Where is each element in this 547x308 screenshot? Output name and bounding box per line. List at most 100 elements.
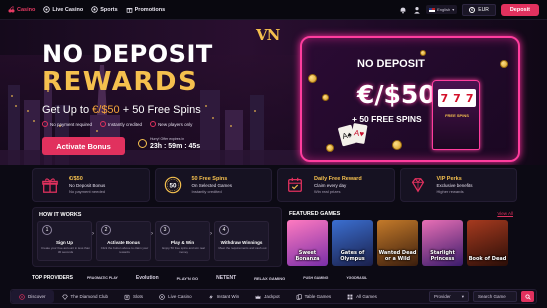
- nav-casino[interactable]: Casino: [8, 6, 35, 13]
- nav-promotions-label: Promotions: [134, 6, 166, 13]
- search-button[interactable]: [521, 291, 534, 302]
- perk-card: Daily Free Reward Claim every day Win re…: [277, 168, 395, 202]
- game-title: Wanted Dead or a Wild: [378, 250, 417, 262]
- step-number: 3: [160, 225, 170, 235]
- timer-value: 23h : 59m : 45s: [150, 143, 201, 150]
- perk-cards: €/$50 No Deposit Bonus No payment needed…: [32, 168, 517, 202]
- language-label: English: [437, 7, 451, 12]
- search-game-input[interactable]: [473, 291, 517, 302]
- game-title: Sweet Bonanza: [295, 250, 320, 262]
- game-title: Gates of Olympus: [340, 250, 365, 262]
- check-circle-icon: [150, 121, 157, 127]
- nav-sports[interactable]: Sports: [91, 6, 118, 13]
- step-description: Enjoy 50 free spins and win real money: [162, 246, 205, 254]
- offer-timer: Hurry! Offer expires in 23h : 59m : 45s: [138, 137, 200, 150]
- provider-logo[interactable]: PUSH GAMING: [303, 276, 328, 280]
- nav-live-casino-label: Live Casino: [52, 6, 84, 13]
- nav-live-casino[interactable]: Live Casino: [43, 6, 83, 13]
- activate-bonus-button[interactable]: Activate Bonus: [42, 137, 125, 155]
- us-flag-icon: [429, 7, 436, 12]
- step-card: 1 Sign Up Create your free account in le…: [37, 221, 92, 261]
- game-tile[interactable]: Gates of Olympus: [332, 220, 373, 266]
- games-list: Sweet Bonanza Gates of Olympus Wanted De…: [287, 220, 508, 266]
- provider-logo[interactable]: PRAGMATIC PLAY: [87, 276, 118, 280]
- perk-title: Daily Free Reward: [314, 175, 362, 182]
- step-card: 4 Withdraw Winnings Meet the requirement…: [214, 221, 269, 261]
- gift-icon: [39, 174, 61, 196]
- coin-icon: [392, 140, 402, 150]
- game-title: Book of Dead: [468, 256, 507, 262]
- vn-logo: VN: [256, 26, 280, 44]
- currency-selector[interactable]: € EUR: [462, 3, 496, 16]
- perk-card: €/$50 No Deposit Bonus No payment needed: [32, 168, 150, 202]
- check-item: New players only: [150, 121, 192, 127]
- category-label: All Games: [356, 294, 377, 299]
- cherry-icon: [8, 6, 15, 13]
- hero-subtitle-suffix: + 50 Free Spins: [119, 104, 201, 116]
- perk-title: 50 Free Spins: [191, 175, 228, 182]
- cards-icon: [296, 293, 302, 300]
- check-label: Instantly credited: [108, 121, 143, 127]
- provider-logo[interactable]: Evolution: [136, 275, 159, 281]
- step-card: 2 Activate Bonus Click the button above …: [96, 221, 151, 261]
- step-title: Withdraw Winnings: [220, 240, 263, 245]
- perk-line1: On Selected Games: [191, 183, 233, 189]
- nav-casino-label: Casino: [17, 6, 36, 13]
- game-tile[interactable]: Book of Dead: [467, 220, 508, 266]
- reel-symbol: 7: [453, 91, 461, 105]
- reel-symbol: 7: [440, 91, 449, 105]
- calendar-icon: [284, 174, 306, 196]
- coin-icon: [420, 50, 426, 56]
- language-selector[interactable]: English ▾: [426, 5, 458, 14]
- category-diamond-club[interactable]: The Diamond Club: [54, 290, 117, 303]
- hero-subtitle-prefix: Get Up to: [42, 104, 93, 116]
- fifty-badge-icon: 50: [162, 174, 184, 196]
- category-table-games[interactable]: Table Games: [288, 290, 340, 303]
- perk-line1: Exclusive benefits: [436, 183, 473, 189]
- category-discover[interactable]: Discover: [11, 290, 54, 303]
- chevron-right-icon: ›: [92, 231, 94, 237]
- category-instant-win[interactable]: Instant Win: [200, 290, 248, 303]
- top-providers-title: TOP PROVIDERS: [32, 275, 73, 281]
- provider-label: Provider: [434, 294, 451, 299]
- provider-logo[interactable]: NETENT: [216, 275, 236, 281]
- timer-label: Hurry! Offer expires in: [150, 137, 185, 141]
- deposit-button[interactable]: Deposit: [500, 3, 539, 16]
- hero-subtitle-highlight: €/$50: [92, 104, 120, 116]
- chip-icon: [159, 293, 165, 300]
- how-it-works-title: HOW IT WORKS: [39, 212, 82, 218]
- category-slots[interactable]: Slots: [116, 290, 151, 303]
- category-jackpot[interactable]: Jackpot: [247, 290, 288, 303]
- perk-line2: Instantly credited: [191, 189, 222, 195]
- step-title: Sign Up: [56, 240, 73, 245]
- step-description: Meet the requirements and cash out: [218, 246, 267, 250]
- slot-machine-illustration: 7 7 7 FREE SPINS: [432, 80, 480, 150]
- provider-logo[interactable]: RELAX GAMING: [254, 276, 285, 281]
- game-tile[interactable]: Starlight Princess: [422, 220, 463, 266]
- perk-title: VIP Perks: [436, 175, 462, 182]
- steps-list: 1 Sign Up Create your free account in le…: [37, 221, 269, 261]
- game-tile[interactable]: Wanted Dead or a Wild: [377, 220, 418, 266]
- step-number: 2: [101, 225, 111, 235]
- chevron-right-icon: ›: [210, 231, 212, 237]
- user-icon[interactable]: [412, 5, 421, 14]
- bolt-icon: [208, 294, 213, 299]
- category-live-casino[interactable]: Live Casino: [151, 290, 200, 303]
- category-all-games[interactable]: All Games: [339, 290, 385, 303]
- provider-logo[interactable]: PLAY'N GO: [177, 276, 198, 281]
- chip-icon: [43, 6, 51, 13]
- bottom-category-bar: Discover The Diamond Club Slots Live Cas…: [10, 289, 537, 304]
- provider-logo[interactable]: YGGDRASIL: [346, 276, 367, 280]
- provider-dropdown[interactable]: Provider ▾: [429, 291, 469, 302]
- nav-sports-label: Sports: [100, 6, 118, 13]
- football-icon: [91, 6, 98, 13]
- game-tile[interactable]: Sweet Bonanza: [287, 220, 328, 266]
- view-all-link[interactable]: View All: [497, 211, 513, 216]
- step-card: 3 Play & Win Enjoy 50 free spins and win…: [155, 221, 210, 261]
- nav-promotions[interactable]: Promotions: [126, 6, 166, 13]
- notification-bell-icon[interactable]: [398, 5, 407, 14]
- chevron-down-icon: ▾: [461, 293, 464, 299]
- hero-checks: No payment required Instantly credited N…: [42, 121, 192, 127]
- slot-label: FREE SPINS: [445, 113, 469, 118]
- perk-line2: No payment needed: [69, 189, 106, 195]
